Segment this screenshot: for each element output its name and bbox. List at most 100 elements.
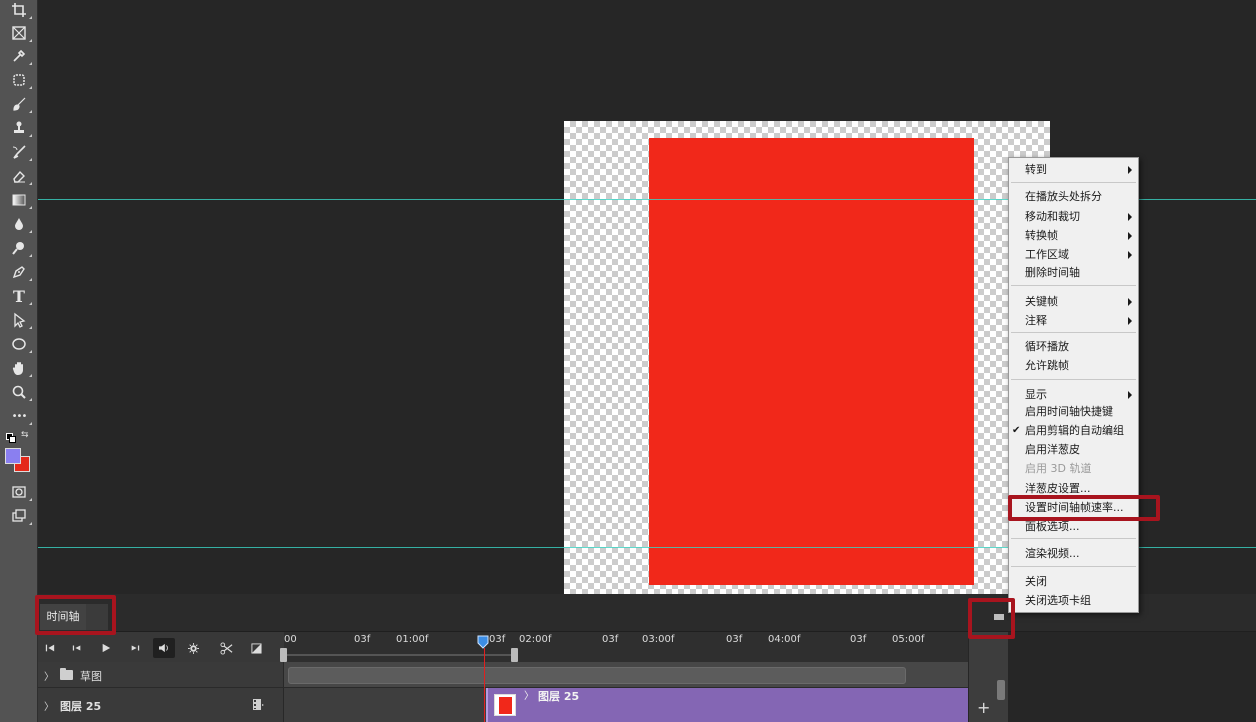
dodge-tool-icon[interactable] xyxy=(8,238,32,258)
pen-tool-icon[interactable] xyxy=(8,262,32,282)
playhead-icon[interactable] xyxy=(477,634,489,649)
foreground-color-swatch[interactable] xyxy=(5,448,21,464)
work-area-start-handle[interactable] xyxy=(280,648,287,662)
menu-item[interactable]: 渲染视频... xyxy=(1009,545,1138,563)
menu-item[interactable]: 工作区域 xyxy=(1009,246,1138,264)
menu-item-label: 关键帧 xyxy=(1025,295,1058,308)
expand-chevron-icon[interactable]: 〉 xyxy=(44,668,54,683)
default-colors-icon[interactable] xyxy=(6,433,16,443)
gradient-tool-icon[interactable] xyxy=(8,190,32,210)
menu-item[interactable]: 删除时间轴 xyxy=(1009,264,1138,282)
menu-item[interactable]: 允许跳帧 xyxy=(1009,357,1138,375)
ruler-tick: 03f xyxy=(726,634,743,645)
menu-item[interactable]: 显示 xyxy=(1009,386,1138,404)
clip-label: 图层 25 xyxy=(538,690,580,703)
track-body[interactable] xyxy=(284,662,968,687)
menu-item[interactable]: 移动和裁切 xyxy=(1009,208,1138,226)
submenu-arrow-icon xyxy=(1128,391,1132,399)
menu-item[interactable]: 转换帧 xyxy=(1009,227,1138,245)
transition-icon[interactable] xyxy=(248,640,264,656)
next-frame-icon[interactable] xyxy=(127,640,143,656)
menu-item[interactable]: 启用洋葱皮 xyxy=(1009,441,1138,459)
playback-controls xyxy=(38,632,284,662)
checkmark-icon: ✔ xyxy=(1012,425,1021,436)
frame-tool-icon[interactable] xyxy=(8,23,32,43)
menu-item[interactable]: 面板选项... xyxy=(1009,518,1138,536)
menu-item[interactable]: 关键帧 xyxy=(1009,293,1138,311)
screen-mode-icon[interactable] xyxy=(8,506,32,526)
ruler-tick: 03f xyxy=(354,634,371,645)
menu-separator xyxy=(1011,285,1136,286)
add-media-button[interactable]: + xyxy=(977,698,990,717)
clip-thumbnail xyxy=(494,694,516,716)
tools-panel: T ••• ⇆ xyxy=(0,0,38,722)
settings-gear-icon[interactable] xyxy=(185,640,201,656)
menu-item-label: 启用剪辑的自动编组 xyxy=(1025,424,1124,437)
menu-item[interactable]: 关闭 xyxy=(1009,573,1138,591)
menu-item-label: 移动和裁切 xyxy=(1025,210,1080,223)
clip-chevron-icon[interactable]: 〉 xyxy=(524,687,534,702)
eyedropper-tool-icon[interactable] xyxy=(8,46,32,66)
menu-item[interactable]: 启用时间轴快捷键 xyxy=(1009,403,1138,421)
submenu-arrow-icon xyxy=(1128,166,1132,174)
spot-healing-tool-icon[interactable] xyxy=(8,70,32,90)
menu-item-label: 启用洋葱皮 xyxy=(1025,443,1080,456)
clone-stamp-tool-icon[interactable] xyxy=(8,118,32,138)
tab-timeline[interactable]: 时间轴 xyxy=(40,604,86,630)
eraser-tool-icon[interactable] xyxy=(8,166,32,186)
menu-item-label: 注释 xyxy=(1025,314,1047,327)
track-label: 草图 xyxy=(80,670,102,683)
layer-clip[interactable]: 〉 图层 25 xyxy=(486,688,968,722)
menu-item[interactable]: 转到 xyxy=(1009,161,1138,179)
work-area-bar[interactable] xyxy=(287,654,511,656)
film-icon[interactable] xyxy=(252,698,264,711)
track-header[interactable]: 〉 图层 25 xyxy=(38,688,284,722)
menu-item[interactable]: 在播放头处拆分 xyxy=(1009,188,1138,206)
menu-item-label: 转到 xyxy=(1025,163,1047,176)
expand-chevron-icon[interactable]: 〉 xyxy=(44,698,54,713)
play-icon[interactable] xyxy=(98,640,114,656)
type-tool-icon[interactable]: T xyxy=(8,286,32,306)
menu-item[interactable]: 关闭选项卡组 xyxy=(1009,592,1138,610)
more-tools-icon[interactable]: ••• xyxy=(8,406,32,426)
document-canvas[interactable] xyxy=(564,121,1050,594)
brush-tool-icon[interactable] xyxy=(8,94,32,114)
history-brush-tool-icon[interactable] xyxy=(8,142,32,162)
swap-colors-icon[interactable]: ⇆ xyxy=(21,430,29,440)
audio-toggle-icon[interactable] xyxy=(153,638,175,658)
menu-separator xyxy=(1011,566,1136,567)
go-to-first-frame-icon[interactable] xyxy=(42,640,58,656)
track-layer: 〉 图层 25 〉 图层 25 xyxy=(38,688,968,722)
blur-tool-icon[interactable] xyxy=(8,214,32,234)
quick-mask-icon[interactable] xyxy=(8,482,32,502)
path-selection-tool-icon[interactable] xyxy=(8,310,32,330)
panel-menu-icon[interactable] xyxy=(994,614,1004,620)
ellipse-tool-icon[interactable] xyxy=(8,334,32,354)
menu-item-label: 关闭 xyxy=(1025,575,1047,588)
ruler-tick: 05:00f xyxy=(892,634,925,645)
group-clip-bar[interactable] xyxy=(288,667,906,684)
menu-item-label: 启用 3D 轨道 xyxy=(1025,462,1092,475)
track-header[interactable]: 〉 草图 xyxy=(38,662,284,687)
previous-frame-icon[interactable] xyxy=(69,640,85,656)
crop-tool-icon[interactable] xyxy=(8,0,32,20)
menu-item-label: 启用时间轴快捷键 xyxy=(1025,405,1113,418)
menu-item-label: 删除时间轴 xyxy=(1025,266,1080,279)
menu-item[interactable]: 设置时间轴帧速率... xyxy=(1009,499,1138,517)
ruler-tick: 00 xyxy=(284,634,297,645)
menu-item[interactable]: 循环播放 xyxy=(1009,338,1138,356)
split-at-playhead-icon[interactable] xyxy=(218,640,234,656)
work-area-end-handle[interactable] xyxy=(511,648,518,662)
timeline-panel-menu: 转到在播放头处拆分 移动和裁切转换帧 工作区域删除时间轴关键帧注释循环播放 允许跳帧显… xyxy=(1008,157,1139,613)
track-body[interactable]: 〉 图层 25 xyxy=(284,688,968,722)
menu-separator xyxy=(1011,538,1136,539)
zoom-tool-icon[interactable] xyxy=(8,382,32,402)
timeline-ruler[interactable]: 00 03f 01:00f 03f 02:00f 03f 03:00f 03f … xyxy=(280,632,968,662)
menu-item-label: 在播放头处拆分 xyxy=(1025,190,1102,203)
vertical-scrollbar[interactable] xyxy=(997,680,1005,700)
menu-item[interactable]: 注释 xyxy=(1009,312,1138,330)
menu-item[interactable]: ✔ 启用剪辑的自动编组 xyxy=(1009,422,1138,440)
menu-separator xyxy=(1011,182,1136,183)
menu-item[interactable]: 洋葱皮设置... xyxy=(1009,480,1138,498)
hand-tool-icon[interactable] xyxy=(8,358,32,378)
